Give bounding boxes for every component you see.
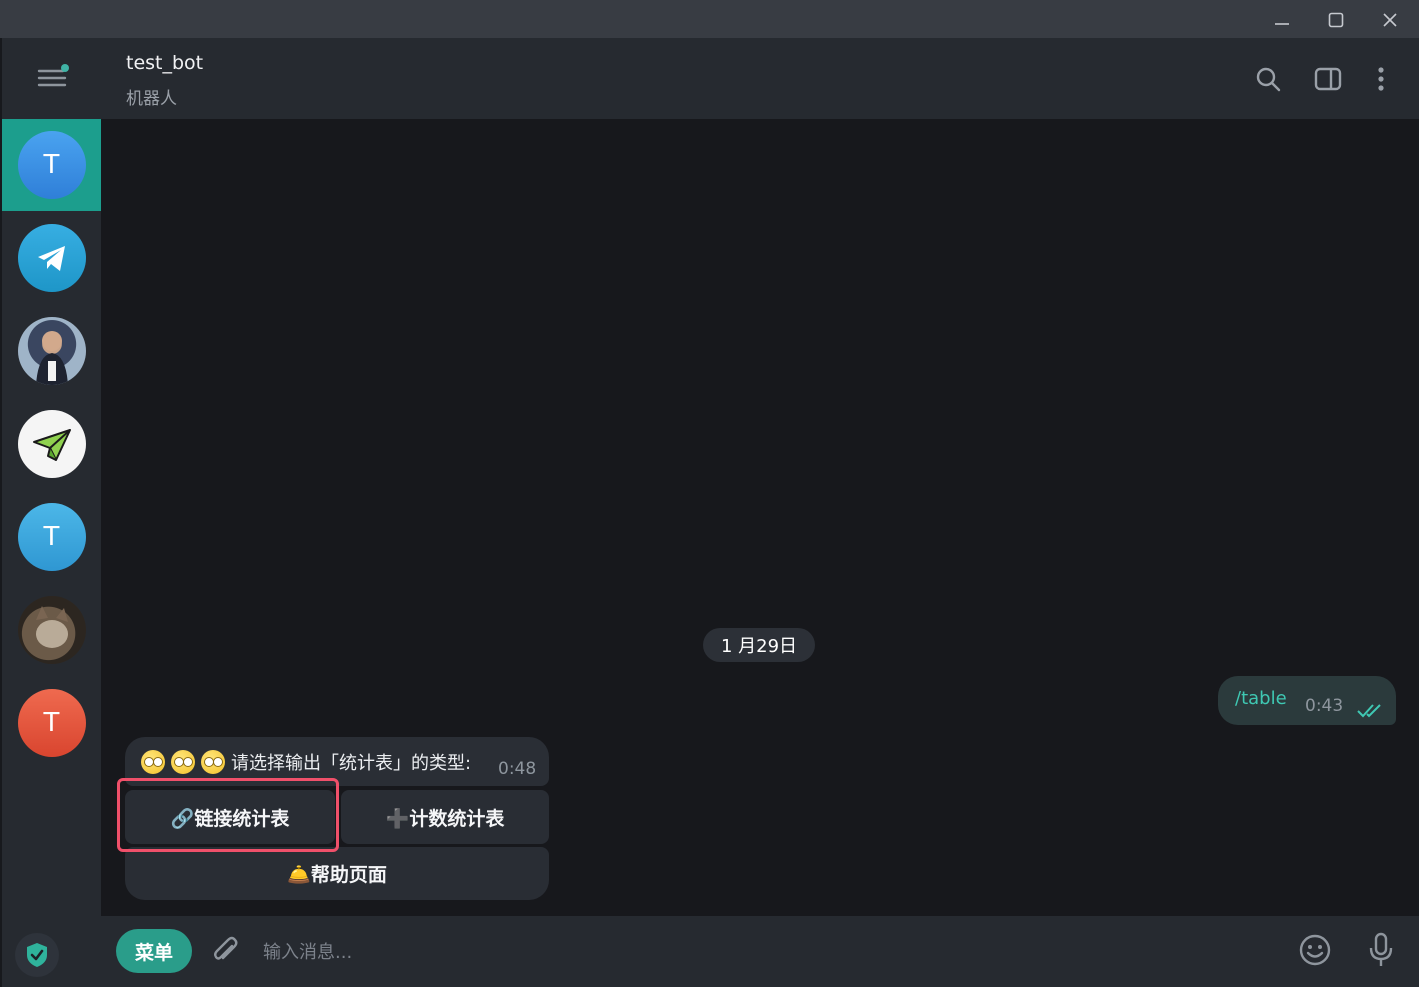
unread-dot [61, 64, 69, 72]
highlight-box [117, 778, 339, 852]
cat-photo-icon [17, 596, 86, 664]
paper-plane-logo-icon [17, 410, 86, 478]
date-separator: 1 月29日 [703, 628, 815, 662]
minimize-icon[interactable] [1262, 6, 1302, 34]
chat-item-t-red[interactable]: T [2, 677, 101, 769]
avatar: T [17, 689, 86, 757]
double-check-icon [1357, 704, 1381, 718]
message-text: 请选择输出「统计表」的类型: [231, 753, 472, 774]
chat-item-person[interactable] [2, 305, 101, 397]
message-time: 0:43 [1305, 696, 1344, 716]
chat-item-paper-plane[interactable] [2, 398, 101, 490]
avatar: T [17, 503, 86, 571]
close-icon[interactable] [1370, 6, 1410, 34]
title-bar [0, 0, 1419, 38]
message-input[interactable] [261, 934, 1265, 970]
more-options-icon[interactable] [1364, 62, 1398, 96]
face-emoji-icon [201, 750, 225, 774]
face-emoji-icon [171, 750, 195, 774]
face-emoji-icon [141, 750, 165, 774]
chat-header: test_bot 机器人 [101, 38, 1419, 119]
chat-item-t-blue[interactable]: T [2, 491, 101, 583]
sidebar-toggle-icon[interactable] [1311, 62, 1345, 96]
emoji-icon[interactable] [1295, 930, 1335, 970]
search-icon[interactable] [1251, 62, 1285, 96]
chat-item-cat[interactable] [2, 584, 101, 676]
message-content: 请选择输出「统计表」的类型: [141, 749, 471, 775]
chat-item-telegram[interactable] [2, 212, 101, 304]
maximize-icon[interactable] [1316, 6, 1356, 34]
message-input-bar: 菜单 [101, 916, 1419, 987]
telegram-window: T T T test_bot 机器人 1 月29日 /table 0:43 请选… [0, 0, 1419, 987]
message-text[interactable]: /table [1235, 688, 1287, 709]
message-area: 1 月29日 /table 0:43 请选择输出「统计表」的类型: 0:48 🔗… [101, 119, 1417, 916]
message-time: 0:48 [498, 759, 537, 779]
bot-menu-button[interactable]: 菜单 [116, 929, 192, 973]
help-page-button[interactable]: 🛎️帮助页面 [125, 847, 549, 900]
attach-icon[interactable] [205, 930, 245, 970]
chat-item-test-bot[interactable]: T [2, 119, 101, 211]
avatar: T [17, 131, 86, 199]
microphone-icon[interactable] [1361, 930, 1401, 970]
count-stats-button[interactable]: ➕计数统计表 [341, 790, 549, 844]
person-photo-icon [17, 317, 86, 385]
chat-list-sidebar: T T T [2, 38, 101, 987]
shield-check-icon[interactable] [15, 933, 59, 977]
outgoing-message[interactable]: /table 0:43 [1218, 676, 1396, 725]
chat-title[interactable]: test_bot [126, 52, 203, 74]
hamburger-menu-button[interactable] [2, 38, 101, 118]
chat-subtitle: 机器人 [126, 89, 177, 109]
telegram-logo-icon [17, 224, 86, 292]
